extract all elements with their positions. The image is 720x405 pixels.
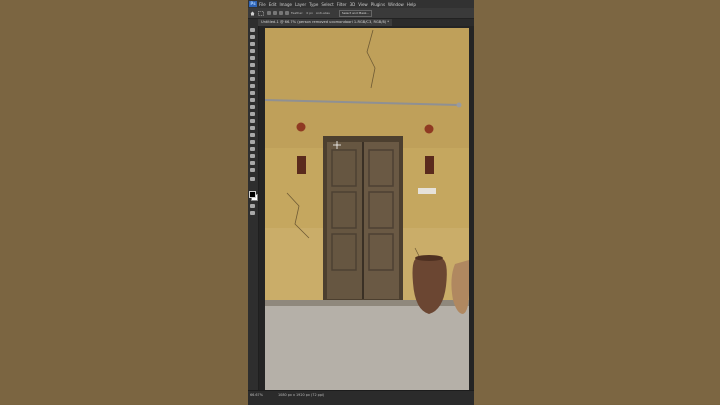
menu-plugins[interactable]: Plugins [371, 2, 385, 7]
crop-tool-icon[interactable] [250, 56, 255, 60]
screen-mode-icon[interactable] [250, 211, 255, 215]
eraser-tool-icon[interactable] [250, 105, 255, 109]
rectangle-tool-icon[interactable] [250, 154, 255, 158]
menu-type[interactable]: Type [309, 2, 318, 7]
pen-tool-icon[interactable] [250, 133, 255, 137]
antialias-checkbox[interactable]: Anti-alias [316, 11, 330, 15]
menu-file[interactable]: File [259, 2, 266, 7]
wall-sign [418, 188, 436, 194]
frame-tool-icon[interactable] [250, 63, 255, 67]
artboard-tool-icon[interactable] [250, 35, 255, 39]
eyedropper-tool-icon[interactable] [250, 70, 255, 74]
document-tab[interactable]: Untitled-1 @ 66.7% (person removed ucomo… [258, 19, 393, 26]
zoom-tool-icon[interactable] [250, 168, 255, 172]
status-bar: 66.67% 1080 px x 1920 px (72 ppi) [248, 390, 474, 405]
foreground-color-swatch[interactable] [249, 191, 256, 198]
select-and-mask-button[interactable]: Select and Mask... [338, 9, 373, 17]
feather-label: Feather: [291, 11, 304, 15]
options-bar: Feather: 0 px Anti-alias Select and Mask… [248, 8, 474, 19]
subtract-selection-icon[interactable] [279, 11, 283, 15]
menu-view[interactable]: View [358, 2, 368, 7]
marquee-icon[interactable] [258, 10, 264, 16]
home-icon[interactable] [250, 11, 255, 16]
intersect-selection-icon[interactable] [285, 11, 289, 15]
brush-tool-icon[interactable] [250, 84, 255, 88]
menu-filter[interactable]: Filter [337, 2, 347, 7]
left-lantern [297, 156, 306, 174]
hand-tool-icon[interactable] [250, 161, 255, 165]
document-tabs: Untitled-1 @ 66.7% (person removed ucomo… [258, 19, 474, 26]
photoshop-window: Ps File Edit Image Layer Type Select Fil… [248, 0, 474, 405]
tools-panel [248, 19, 259, 394]
more-tools-icon[interactable] [250, 177, 255, 181]
add-selection-icon[interactable] [273, 11, 277, 15]
healing-brush-tool-icon[interactable] [250, 77, 255, 81]
history-brush-tool-icon[interactable] [250, 98, 255, 102]
new-selection-icon[interactable] [267, 11, 271, 15]
path-selection-tool-icon[interactable] [250, 147, 255, 151]
menu-select[interactable]: Select [321, 2, 333, 7]
zoom-level[interactable]: 66.67% [250, 393, 263, 397]
menu-3d[interactable]: 3D [350, 2, 356, 7]
object-selection-tool-icon[interactable] [250, 49, 255, 53]
menu-bar: Ps File Edit Image Layer Type Select Fil… [248, 0, 474, 8]
right-lantern [425, 156, 434, 174]
feather-input[interactable]: 0 px [306, 11, 313, 15]
menu-layer[interactable]: Layer [295, 2, 306, 7]
menu-window[interactable]: Window [388, 2, 404, 7]
blur-tool-icon[interactable] [250, 119, 255, 123]
floor [265, 300, 469, 390]
quick-mask-icon[interactable] [250, 204, 255, 208]
dodge-tool-icon[interactable] [250, 126, 255, 130]
canvas-photo[interactable] [265, 28, 469, 390]
document-info: 1080 px x 1920 px (72 ppi) [278, 393, 325, 397]
type-tool-icon[interactable] [250, 140, 255, 144]
menu-help[interactable]: Help [407, 2, 416, 7]
background-right [474, 0, 720, 404]
move-tool-icon[interactable] [250, 28, 255, 32]
menu-image[interactable]: Image [279, 2, 292, 7]
clone-stamp-tool-icon[interactable] [250, 91, 255, 95]
lasso-tool-icon[interactable] [250, 42, 255, 46]
menu-edit[interactable]: Edit [269, 2, 277, 7]
canvas-area[interactable] [259, 26, 474, 390]
gradient-tool-icon[interactable] [250, 112, 255, 116]
background-left [0, 0, 248, 404]
app-logo[interactable]: Ps [249, 1, 257, 7]
